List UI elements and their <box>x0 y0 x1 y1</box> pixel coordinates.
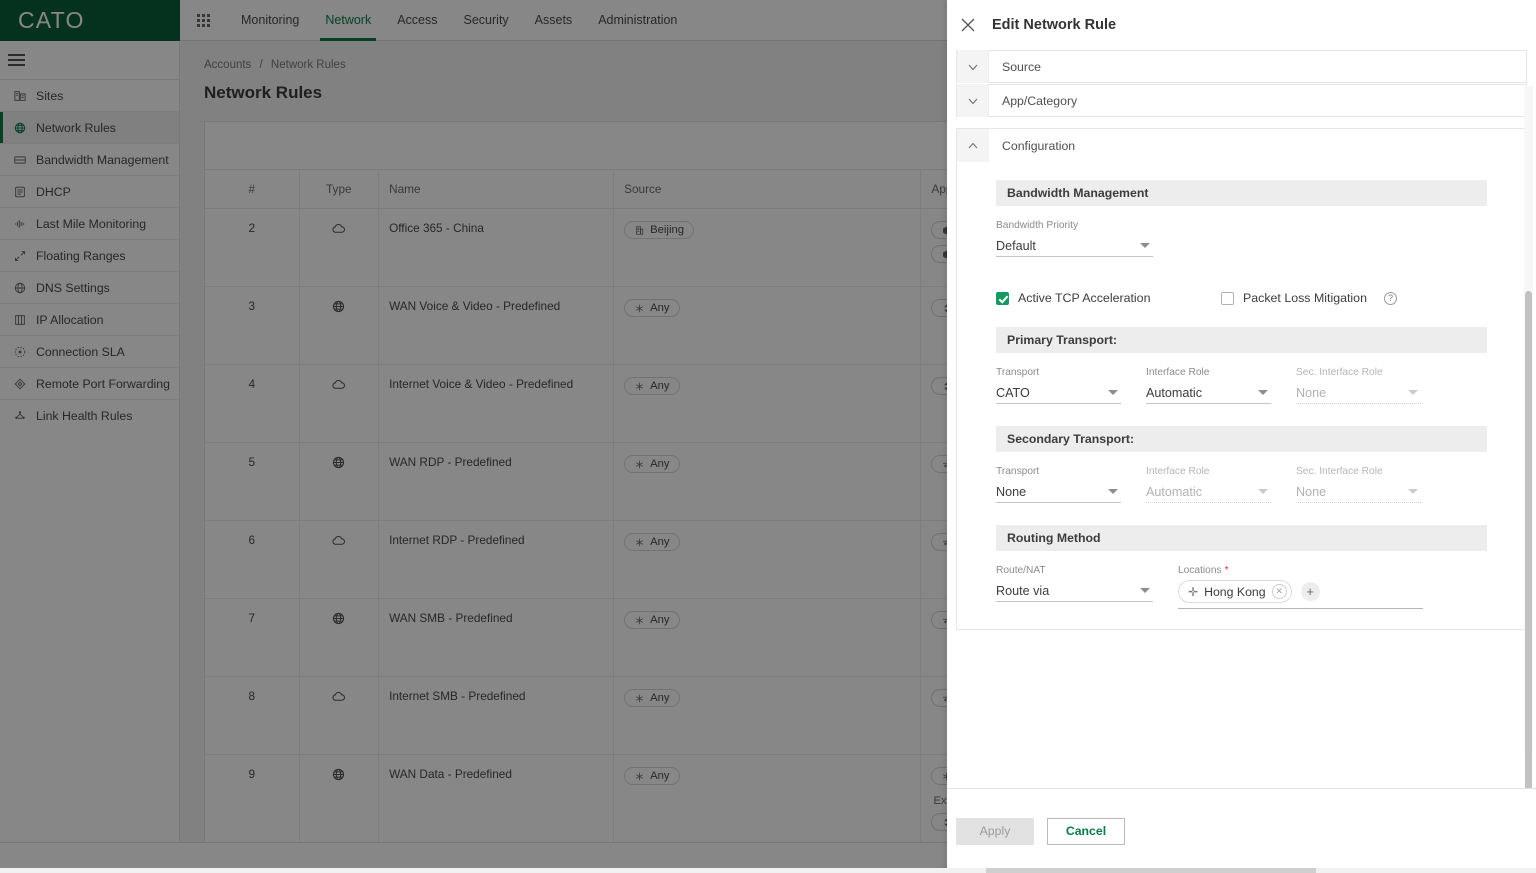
packet-loss-mitigation-checkbox[interactable]: Packet Loss Mitigation ? <box>1221 291 1397 305</box>
drawer-scrollbar[interactable] <box>1524 86 1533 788</box>
configuration-content: Bandwidth Management Bandwidth Priority … <box>957 162 1526 629</box>
bandwidth-priority-select[interactable]: Default <box>996 235 1153 257</box>
secondary-transport-fields: Transport None Interface Role Automatic <box>996 466 1487 503</box>
acceleration-checkbox-row: Active TCP Acceleration Packet Loss Miti… <box>996 291 1487 305</box>
accordion-configuration: Configuration Bandwidth Management Bandw… <box>956 128 1527 630</box>
checkbox-unchecked-icon[interactable] <box>1221 291 1234 305</box>
secondary-sec-interface-role-value: None <box>1296 484 1327 499</box>
accordion-source[interactable]: Source <box>956 50 1527 83</box>
location-chip[interactable]: ✛ Hong Kong ✕ <box>1178 580 1292 603</box>
accordion-configuration-label: Configuration <box>1002 138 1076 153</box>
primary-sec-interface-role-value: None <box>1296 385 1327 400</box>
primary-transport-field[interactable]: Transport CATO <box>996 367 1121 404</box>
packet-loss-mitigation-label: Packet Loss Mitigation <box>1243 291 1367 305</box>
primary-transport-label: Transport <box>996 367 1040 378</box>
active-tcp-acceleration-label: Active TCP Acceleration <box>1018 291 1151 305</box>
secondary-sec-interface-role-label: Sec. Interface Role <box>1296 466 1383 477</box>
close-circle-icon[interactable]: ✕ <box>1271 584 1287 599</box>
drawer-body: Source App/Category Configuration Bandwi… <box>947 50 1536 788</box>
primary-transport-fields: Transport CATO Interface Role Automatic <box>996 367 1487 404</box>
primary-sec-interface-role-field: Sec. Interface Role None <box>1296 367 1421 404</box>
add-location-button[interactable]: + <box>1300 582 1320 601</box>
chevron-down-icon <box>1140 588 1150 593</box>
primary-interface-role-select[interactable]: Automatic <box>1146 382 1271 404</box>
accordion-source-label: Source <box>1002 59 1041 74</box>
chevron-up-icon[interactable] <box>957 129 989 162</box>
drawer-title: Edit Network Rule <box>992 17 1117 33</box>
accordion-configuration-header[interactable]: Configuration <box>957 129 1526 162</box>
bandwidth-priority-field[interactable]: Bandwidth Priority Default <box>996 220 1153 257</box>
route-nat-label: Route/NAT <box>996 565 1046 576</box>
secondary-interface-role-value: Automatic <box>1146 484 1202 499</box>
primary-sec-interface-role-label: Sec. Interface Role <box>1296 367 1383 378</box>
locations-label-text: Locations <box>1178 565 1222 576</box>
chevron-down-icon <box>1408 489 1418 494</box>
section-secondary-transport: Secondary Transport: <box>996 426 1487 452</box>
secondary-interface-role-field: Interface Role Automatic <box>1146 466 1271 503</box>
primary-interface-role-label: Interface Role <box>1146 367 1210 378</box>
accordion-app-category[interactable]: App/Category <box>956 84 1527 117</box>
primary-interface-role-value: Automatic <box>1146 385 1202 400</box>
secondary-interface-role-label: Interface Role <box>1146 466 1210 477</box>
bandwidth-priority-label: Bandwidth Priority <box>996 220 1079 231</box>
edit-network-rule-drawer: Edit Network Rule Source App/Category Co… <box>947 0 1536 873</box>
required-mark: * <box>1224 565 1229 576</box>
drawer-header: Edit Network Rule <box>947 0 1536 50</box>
route-nat-select[interactable]: Route via <box>996 580 1153 602</box>
page-scrollbar-thumb[interactable] <box>986 868 1316 873</box>
secondary-transport-select[interactable]: None <box>996 481 1121 503</box>
apply-button[interactable]: Apply <box>956 817 1034 845</box>
drawer-scrollbar-thumb[interactable] <box>1525 291 1532 788</box>
chevron-down-icon <box>1140 243 1150 248</box>
chevron-down-icon[interactable] <box>957 84 989 117</box>
chevron-down-icon <box>1258 489 1268 494</box>
plus-icon: ✛ <box>1188 584 1199 599</box>
close-icon[interactable] <box>958 15 978 35</box>
chevron-down-icon <box>1108 489 1118 494</box>
section-routing-method: Routing Method <box>996 525 1487 551</box>
primary-interface-role-field[interactable]: Interface Role Automatic <box>1146 367 1271 404</box>
help-circle-icon[interactable]: ? <box>1383 291 1397 305</box>
routing-fields: Route/NAT Route via Locations * ✛ Hong K… <box>996 565 1487 609</box>
secondary-interface-role-select: Automatic <box>1146 481 1271 503</box>
secondary-transport-label: Transport <box>996 466 1040 477</box>
locations-field[interactable]: Locations * ✛ Hong Kong ✕ + <box>1178 565 1423 609</box>
bandwidth-priority-value: Default <box>996 238 1036 253</box>
cancel-button[interactable]: Cancel <box>1047 817 1125 845</box>
accordion-app-category-label: App/Category <box>1002 93 1078 108</box>
chevron-down-icon <box>1408 390 1418 395</box>
section-primary-transport: Primary Transport: <box>996 327 1487 353</box>
secondary-transport-field[interactable]: Transport None <box>996 466 1121 503</box>
active-tcp-acceleration-checkbox[interactable]: Active TCP Acceleration <box>996 291 1221 305</box>
checkbox-checked-icon[interactable] <box>996 291 1009 305</box>
primary-transport-value: CATO <box>996 385 1030 400</box>
route-nat-value: Route via <box>996 583 1050 598</box>
locations-label: Locations * <box>1178 565 1423 576</box>
page-horizontal-scrollbar[interactable] <box>0 868 1536 873</box>
secondary-sec-interface-role-select: None <box>1296 481 1421 503</box>
chevron-down-icon[interactable] <box>957 50 989 83</box>
primary-sec-interface-role-select: None <box>1296 382 1421 404</box>
section-bandwidth-management: Bandwidth Management <box>996 180 1487 206</box>
drawer-footer: Apply Cancel <box>947 788 1536 873</box>
primary-transport-select[interactable]: CATO <box>996 382 1121 404</box>
modal-scrim-overlay[interactable] <box>0 0 947 869</box>
chevron-down-icon <box>1258 390 1268 395</box>
chevron-down-icon <box>1108 390 1118 395</box>
locations-chips[interactable]: ✛ Hong Kong ✕ + <box>1178 580 1423 609</box>
bandwidth-fields: Bandwidth Priority Default <box>996 220 1487 257</box>
route-nat-field[interactable]: Route/NAT Route via <box>996 565 1153 609</box>
secondary-transport-value: None <box>996 484 1027 499</box>
location-chip-label: Hong Kong <box>1204 584 1266 599</box>
secondary-sec-interface-role-field: Sec. Interface Role None <box>1296 466 1421 503</box>
